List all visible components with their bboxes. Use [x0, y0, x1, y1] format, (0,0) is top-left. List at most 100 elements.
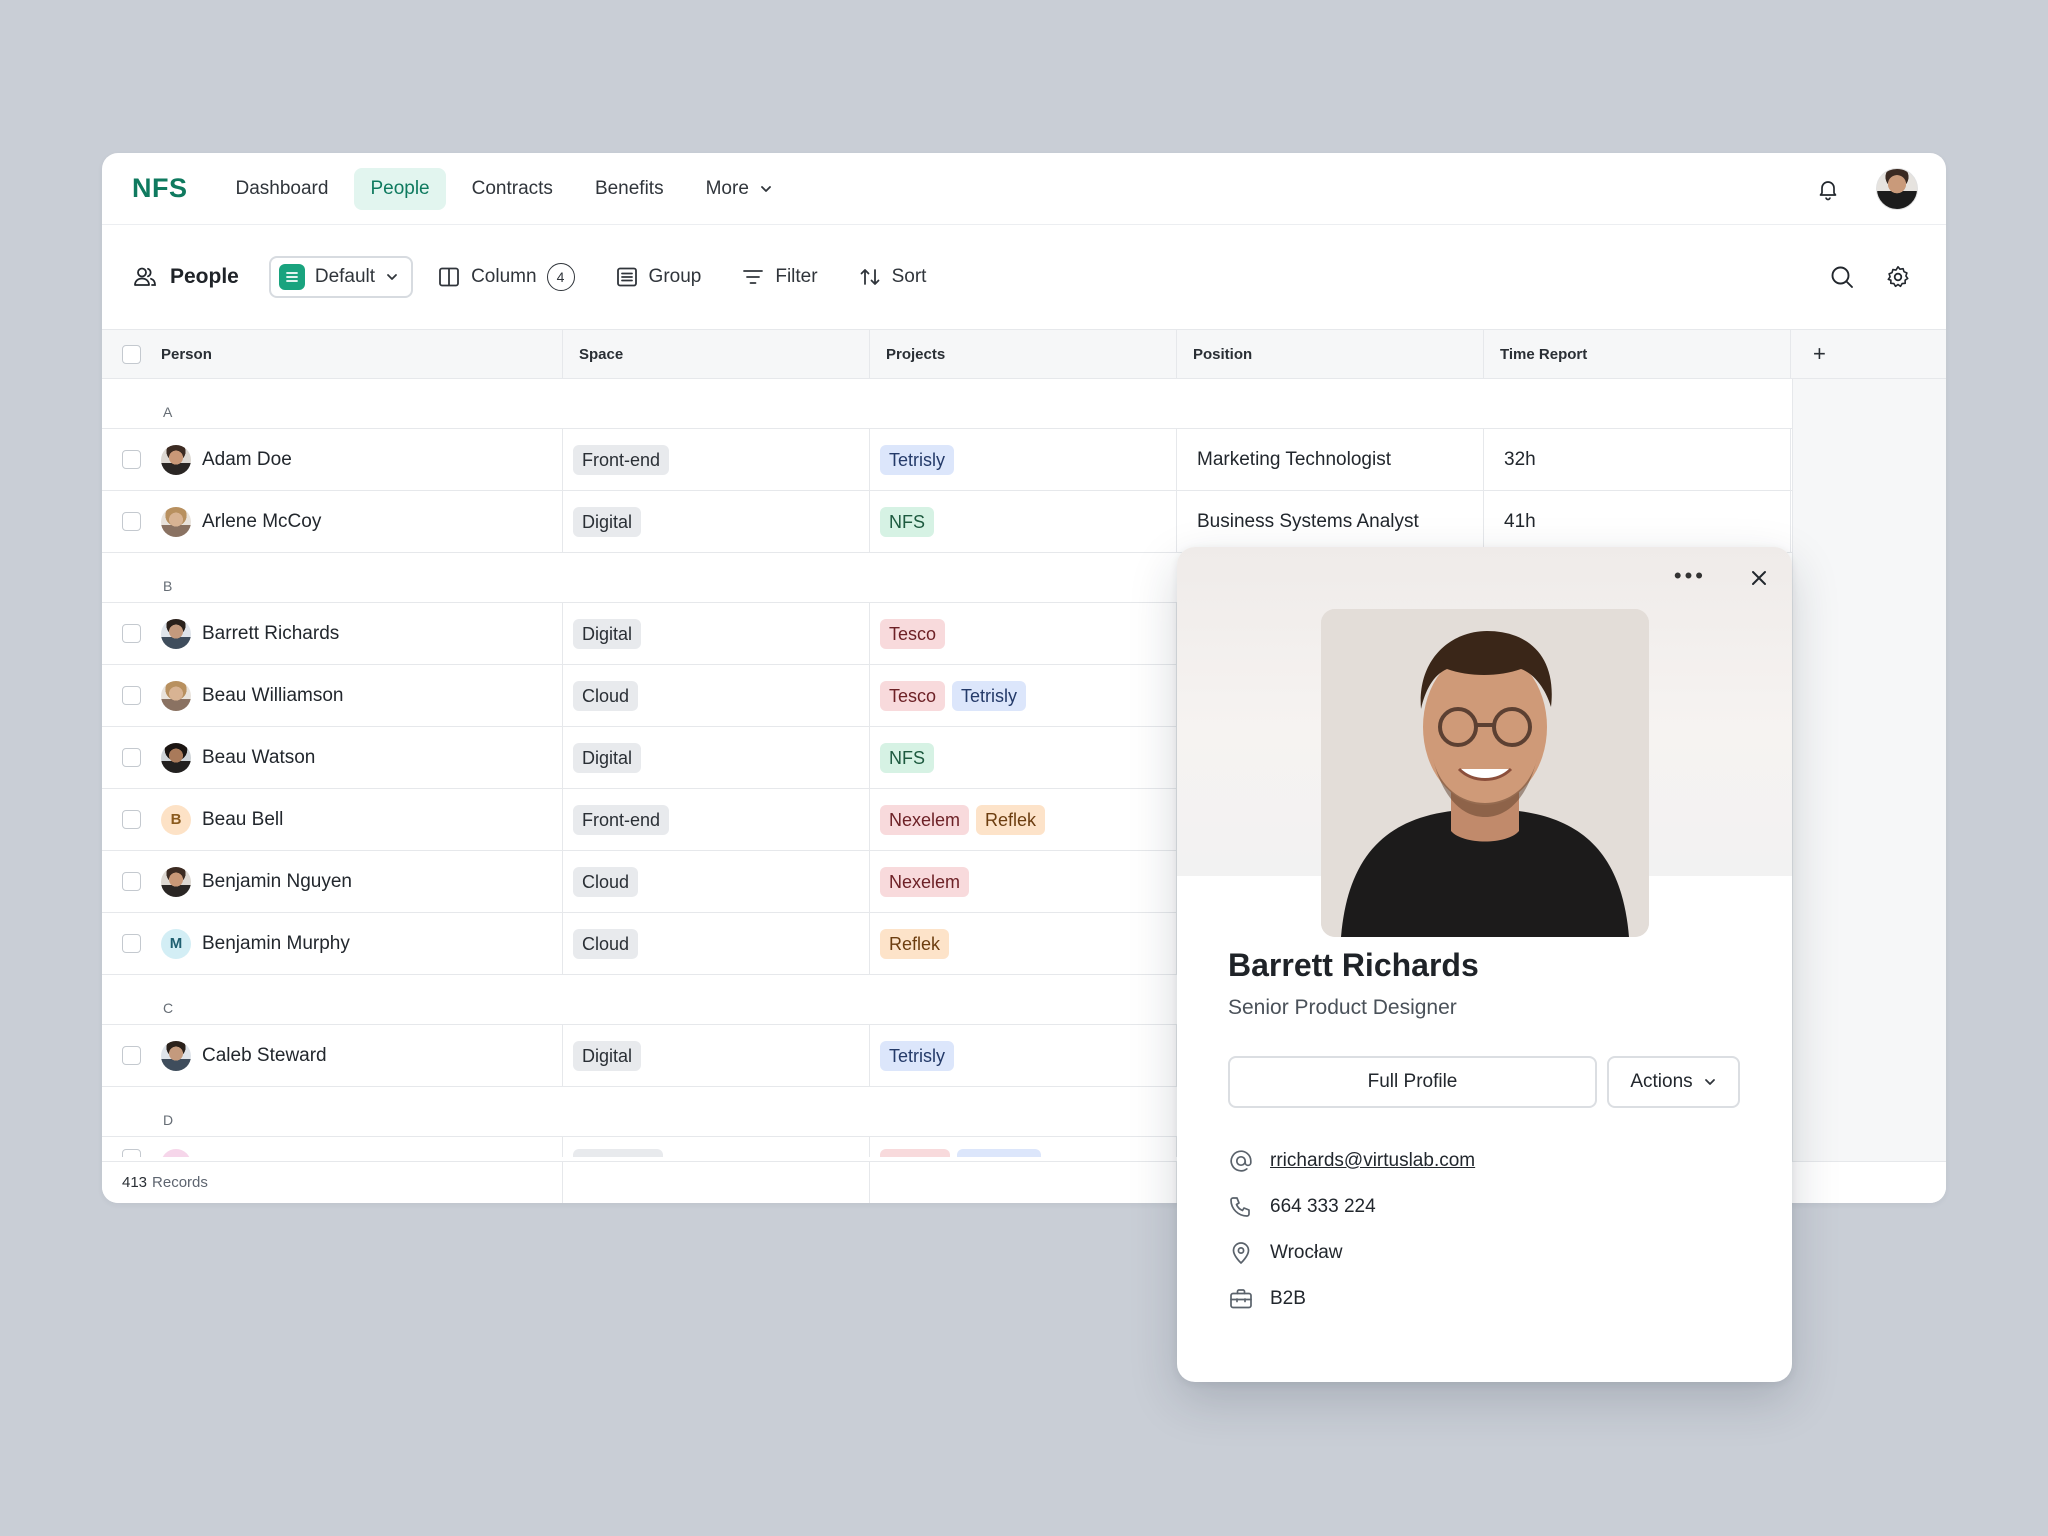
- row-checkbox[interactable]: [122, 686, 141, 705]
- person-name[interactable]: Caleb Steward: [202, 1045, 327, 1067]
- nav-contracts[interactable]: Contracts: [456, 168, 569, 210]
- person-name[interactable]: Beau Williamson: [202, 685, 344, 707]
- header-time-report[interactable]: Time Report: [1484, 330, 1791, 378]
- projects-cell: Nexelem Reflek: [870, 789, 1177, 850]
- projects-cell: Tesco Tetrisly: [870, 665, 1177, 726]
- person-cell: Benjamin Nguyen: [102, 851, 563, 912]
- location-text: Wrocław: [1270, 1242, 1343, 1263]
- chevron-down-icon: [387, 273, 397, 280]
- row-checkbox[interactable]: [122, 1149, 141, 1157]
- close-button[interactable]: [1744, 563, 1774, 593]
- sort-icon: [860, 268, 879, 285]
- position-cell: Marketing Technologist: [1177, 429, 1484, 490]
- projects-cell: NFS: [870, 491, 1177, 552]
- search-button[interactable]: [1822, 257, 1862, 297]
- project-tag: NFS: [880, 742, 934, 773]
- header-person[interactable]: Person: [102, 330, 563, 378]
- person-name[interactable]: Adam Doe: [202, 449, 292, 471]
- column-button-label: Column: [471, 265, 537, 287]
- row-checkbox[interactable]: [122, 934, 141, 953]
- full-profile-label: Full Profile: [1367, 1071, 1458, 1092]
- row-checkbox[interactable]: [122, 1046, 141, 1065]
- person-name[interactable]: Beau Bell: [202, 809, 283, 831]
- project-tag: Nexelem: [880, 866, 970, 897]
- row-checkbox[interactable]: [122, 748, 141, 767]
- user-avatar[interactable]: [1876, 167, 1918, 210]
- person-name[interactable]: Benjamin Nguyen: [202, 871, 352, 893]
- filter-icon: [743, 269, 764, 284]
- row-checkbox[interactable]: [122, 810, 141, 829]
- footer-cell: [870, 1162, 1177, 1203]
- time-text: 41h: [1504, 510, 1536, 532]
- header-projects[interactable]: Projects: [870, 330, 1177, 378]
- email-link[interactable]: rrichards@virtuslab.com: [1270, 1150, 1475, 1172]
- nav-people[interactable]: People: [354, 167, 446, 210]
- contact-info: rrichards@virtuslab.com 664 333 224 Wroc…: [1228, 1138, 1741, 1322]
- header-position[interactable]: Position: [1177, 330, 1484, 378]
- space-cell: Front-end: [563, 429, 870, 490]
- project-tag: NFS: [880, 506, 934, 537]
- profile-body: Barrett Richards Senior Product Designer…: [1177, 939, 1792, 1322]
- chevron-down-icon: [1704, 1079, 1715, 1085]
- nav-benefits[interactable]: Benefits: [579, 168, 680, 210]
- space-tag: Digital: [573, 742, 642, 773]
- table-header: Person Space Projects Position Time Repo…: [102, 329, 1946, 379]
- settings-button[interactable]: [1878, 257, 1918, 297]
- space-tag: Cloud: [573, 866, 639, 897]
- project-tag: [957, 1149, 1041, 1157]
- table-row[interactable]: Adam Doe Front-end Tetrisly Marketing Te…: [102, 429, 1792, 491]
- sort-button[interactable]: Sort: [858, 265, 927, 289]
- person-name[interactable]: Beau Watson: [202, 747, 315, 769]
- nav-contracts-label: Contracts: [471, 177, 553, 199]
- profile-role: Senior Product Designer: [1228, 996, 1457, 1019]
- page-title-label: People: [170, 264, 239, 288]
- header-time-label: Time Report: [1500, 345, 1588, 363]
- space-cell: Digital: [563, 603, 870, 664]
- row-checkbox[interactable]: [122, 624, 141, 643]
- project-tag: Reflek: [880, 928, 950, 959]
- top-nav: NFS Dashboard People Contracts Benefits …: [102, 153, 1946, 225]
- person-cell: Barrett Richards: [102, 603, 563, 664]
- nav-benefits-label: Benefits: [594, 177, 664, 199]
- full-profile-button[interactable]: Full Profile: [1228, 1056, 1597, 1108]
- row-checkbox[interactable]: [122, 512, 141, 531]
- filter-button[interactable]: Filter: [741, 265, 818, 289]
- add-column-button[interactable]: +: [1791, 330, 1946, 378]
- project-tag: Tesco: [880, 680, 946, 711]
- header-projects-label: Projects: [886, 345, 946, 363]
- row-checkbox[interactable]: [122, 450, 141, 469]
- projects-cell: Tetrisly: [870, 429, 1177, 490]
- group-button[interactable]: Group: [615, 265, 701, 289]
- column-button[interactable]: Column 4: [437, 262, 575, 291]
- table-row[interactable]: Arlene McCoy Digital NFS Business System…: [102, 491, 1792, 553]
- project-tag: Tesco: [880, 618, 946, 649]
- person-name[interactable]: Barrett Richards: [202, 623, 339, 645]
- phone-icon: [1230, 1197, 1250, 1217]
- select-all-checkbox[interactable]: [122, 344, 141, 364]
- row-checkbox[interactable]: [122, 872, 141, 891]
- notifications-button[interactable]: [1808, 169, 1848, 209]
- header-position-label: Position: [1193, 345, 1253, 363]
- space-cell: Digital: [563, 727, 870, 788]
- view-select[interactable]: Default: [268, 255, 414, 298]
- person-cell: Beau Williamson: [102, 665, 563, 726]
- nav-dashboard[interactable]: Dashboard: [220, 168, 345, 210]
- actions-button[interactable]: Actions: [1607, 1056, 1740, 1108]
- header-space[interactable]: Space: [563, 330, 870, 378]
- nav-people-label: People: [370, 177, 430, 199]
- list-view-icon: [278, 263, 305, 290]
- more-options-icon[interactable]: •••: [1674, 563, 1706, 589]
- avatar: [161, 618, 191, 649]
- logo[interactable]: NFS: [132, 173, 188, 204]
- project-tag: Reflek: [976, 804, 1046, 835]
- space-cell: Digital: [563, 491, 870, 552]
- person-name[interactable]: Arlene McCoy: [202, 511, 321, 533]
- time-text: 32h: [1504, 448, 1536, 470]
- nav-dashboard-label: Dashboard: [235, 177, 329, 199]
- sort-button-label: Sort: [891, 265, 927, 287]
- space-tag: Front-end: [573, 444, 670, 475]
- person-name[interactable]: Benjamin Murphy: [202, 933, 350, 955]
- projects-cell: Tesco: [870, 603, 1177, 664]
- time-cell: 41h: [1484, 491, 1791, 552]
- nav-more[interactable]: More: [690, 168, 789, 210]
